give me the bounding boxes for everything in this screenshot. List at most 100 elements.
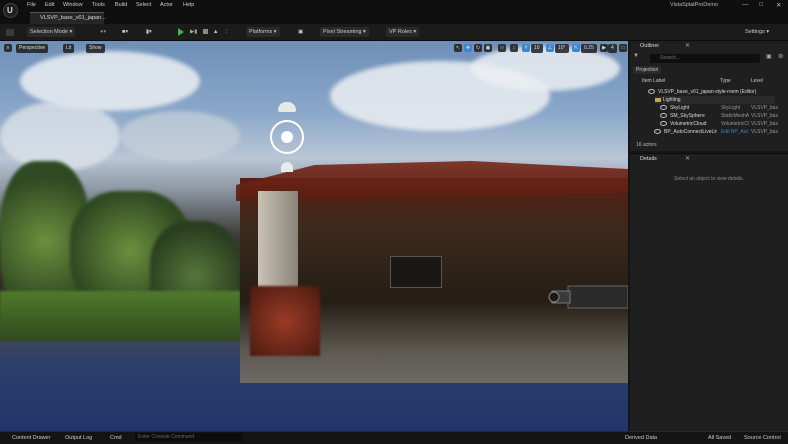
rotation-snap-value[interactable]: 10° [555,44,569,53]
filter-icon[interactable]: ▼ [633,53,639,59]
rotation-snap-icon[interactable]: ∠ [546,44,554,52]
derived-data-button[interactable]: Derived Data [625,435,657,441]
main-toolbar: Selection Mode ▾ ●▾ ■▾ ▮▾ ▶▮ ▲ ⋮ Platfor… [0,24,788,41]
skylight-icon [660,105,667,111]
row-label: VolumetricCloud [670,121,707,127]
step-icon[interactable]: ▶▮ [190,27,197,37]
close-icon[interactable]: ✕ [685,155,690,162]
close-icon[interactable]: ✕ [685,42,690,49]
edit-blueprint-link[interactable]: Edit BP_Aut [721,128,748,136]
layout-icon[interactable]: ▣ [298,27,303,37]
console-command-input[interactable]: Enter Console Command [135,433,243,441]
pixel-streaming-dropdown[interactable]: Pixel Streaming ▾ [320,27,369,37]
cinematics-icon[interactable]: ▮▾ [146,27,152,37]
list-item[interactable]: Lighting [655,96,775,104]
volumetric-cloud-icon[interactable] [278,102,296,112]
row-label: SkyLight [670,105,690,111]
row-label: BP_AutoConnectLiveLir [664,129,718,135]
rotate-tool-icon[interactable]: ↻ [474,44,482,52]
settings-icon[interactable]: ⚙ [778,53,783,60]
row-level: VLSVP_bas [751,129,778,135]
add-folder-icon[interactable]: ▣ [766,53,772,60]
show-button[interactable]: Show [86,44,105,53]
camera-speed-value[interactable]: 4 [608,44,617,53]
save-icon[interactable] [6,29,14,36]
close-icon[interactable]: ✕ [776,1,781,9]
platforms-dropdown[interactable]: Platforms ▾ [246,27,280,37]
menu-file[interactable]: File [27,2,36,8]
add-actor-icon[interactable]: ●▾ [100,27,106,37]
stop-icon[interactable] [203,29,208,34]
outliner-tab[interactable]: Outliner [640,43,659,49]
perspective-button[interactable]: Perspective [16,44,49,53]
details-panel: Details ✕ [630,153,788,432]
blueprint-icon[interactable]: ■▾ [122,27,128,37]
settings-dropdown[interactable]: Settings ▾ [745,27,769,37]
visibility-icon[interactable] [648,89,655,95]
selection-mode-label: Selection Mode [30,29,68,35]
projection-filter[interactable]: Projection [633,66,662,74]
row-label: VLSVP_base_v01_japan-style-room (Editor) [658,89,757,95]
source-control-button[interactable]: Source Control [744,435,781,441]
column-type[interactable]: Type [720,78,731,84]
eject-icon[interactable]: ▲ [213,27,218,37]
list-item[interactable]: SkyLight [660,104,689,112]
menu-select[interactable]: Select [136,2,151,8]
row-type: StaticMeshA [721,113,750,119]
tab-bar [0,10,788,24]
select-tool-icon[interactable]: ↖ [454,44,462,52]
camera-actor-icon[interactable] [548,281,628,311]
grid-snap-value[interactable]: 10 [531,44,543,53]
list-item[interactable]: VLSVP_base_v01_japan-style-room (Editor) [648,88,756,96]
menu-window[interactable]: Window [63,2,83,8]
platforms-label: Platforms [249,29,273,35]
all-saved-indicator[interactable]: All Saved [708,435,731,441]
scale-snap-icon[interactable]: ⇱ [572,44,580,52]
details-tab[interactable]: Details [640,156,657,162]
camera-speed-icon[interactable]: ▶ [600,44,608,52]
skylight-icon[interactable] [281,162,293,172]
play-icon[interactable] [178,28,184,36]
maximize-icon[interactable]: □ [759,1,763,8]
cloud [0,101,120,171]
maximize-viewport-icon[interactable]: □ [619,44,627,52]
cloud [120,111,240,161]
scale-snap-value[interactable]: 0.25 [581,44,597,53]
perspective-label: Perspective [19,45,46,51]
row-level: VLSVP_bas [751,105,778,111]
world-space-icon[interactable]: ☉ [498,44,506,52]
unreal-logo-icon [3,3,18,18]
column-item-label[interactable]: Item Label [642,78,665,84]
surface-snap-icon[interactable]: ↕ [510,44,518,52]
menu-build[interactable]: Build [115,2,127,8]
menu-help[interactable]: Help [183,2,194,8]
menu-tools[interactable]: Tools [92,2,105,8]
vp-roles-label: VP Roles [389,29,412,35]
cmd-dropdown[interactable]: Cmd [110,435,122,441]
selection-mode-dropdown[interactable]: Selection Mode ▾ [27,27,76,37]
list-item[interactable]: BP_AutoConnectLiveLir [654,128,717,136]
level-viewport[interactable]: ≡ Perspective Lit Show ↖ ✥ ↻ ▣ ☉ ↕ # 10 … [0,41,628,431]
outliner-search-input[interactable]: Search... [650,54,760,63]
blueprint-actor-icon [654,129,661,135]
column-level[interactable]: Level [751,78,763,84]
minimize-icon[interactable]: — [742,1,749,8]
level-document-tab[interactable]: VLSVP_base_v01_japan... [30,12,106,24]
menu-edit[interactable]: Edit [45,2,54,8]
directional-light-icon[interactable] [270,120,304,154]
grid-snap-icon[interactable]: # [522,44,530,52]
menu-actor[interactable]: Actor [160,2,173,8]
settings-label: Settings [745,29,765,35]
scale-tool-icon[interactable]: ▣ [484,44,492,52]
list-item[interactable]: SM_SkySphere [660,112,705,120]
furniture [390,256,442,288]
vp-roles-dropdown[interactable]: VP Roles ▾ [386,27,420,37]
viewport-menu-icon[interactable]: ≡ [4,44,12,52]
lit-button[interactable]: Lit [63,44,75,53]
content-drawer-button[interactable]: Content Drawer [12,435,51,441]
show-label: Show [89,45,102,51]
output-log-button[interactable]: Output Log [65,435,92,441]
play-options-icon[interactable]: ⋮ [224,27,230,37]
list-item[interactable]: VolumetricCloud [660,120,706,128]
translate-tool-icon[interactable]: ✥ [464,44,472,52]
